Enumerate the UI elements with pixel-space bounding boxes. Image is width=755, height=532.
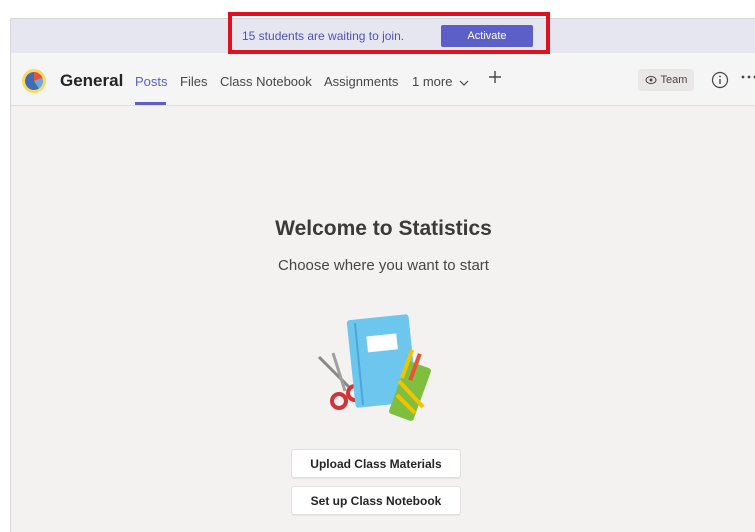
welcome-title: Welcome to Statistics [275,217,492,240]
info-icon [711,71,729,89]
banner-message: 15 students are waiting to join. [242,29,405,43]
tab-files[interactable]: Files [180,74,207,89]
team-button-label: Team [660,74,688,86]
tab-assignments[interactable]: Assignments [324,74,398,89]
teams-window: 15 students are waiting to join. Activat… [10,18,755,532]
welcome-subtitle: Choose where you want to start [278,257,489,274]
upload-class-materials-button[interactable]: Upload Class Materials [291,449,461,478]
join-request-banner: 15 students are waiting to join. Activat… [11,19,755,53]
tab-more-label: 1 more [412,74,453,89]
tab-posts[interactable]: Posts [135,74,168,89]
tab-more[interactable]: 1 more [412,74,469,89]
more-options-button[interactable] [740,68,755,88]
tab-class-notebook[interactable]: Class Notebook [220,74,312,89]
chevron-down-icon [459,80,469,86]
school-supplies-illustration [317,314,431,421]
setup-class-notebook-button[interactable]: Set up Class Notebook [291,486,461,515]
plus-icon [489,71,501,83]
active-tab-indicator [135,102,166,105]
pie-chart-icon [23,70,45,92]
channel-header: General Posts Files Class Notebook Assig… [11,53,755,106]
team-logo-icon[interactable] [22,69,46,93]
eye-icon [645,76,657,84]
channel-info-button[interactable] [711,71,729,89]
more-icon [741,75,755,79]
team-button[interactable]: Team [638,69,694,91]
add-tab-button[interactable] [485,67,505,87]
channel-title: General [60,71,124,90]
activate-button[interactable]: Activate [441,25,533,47]
